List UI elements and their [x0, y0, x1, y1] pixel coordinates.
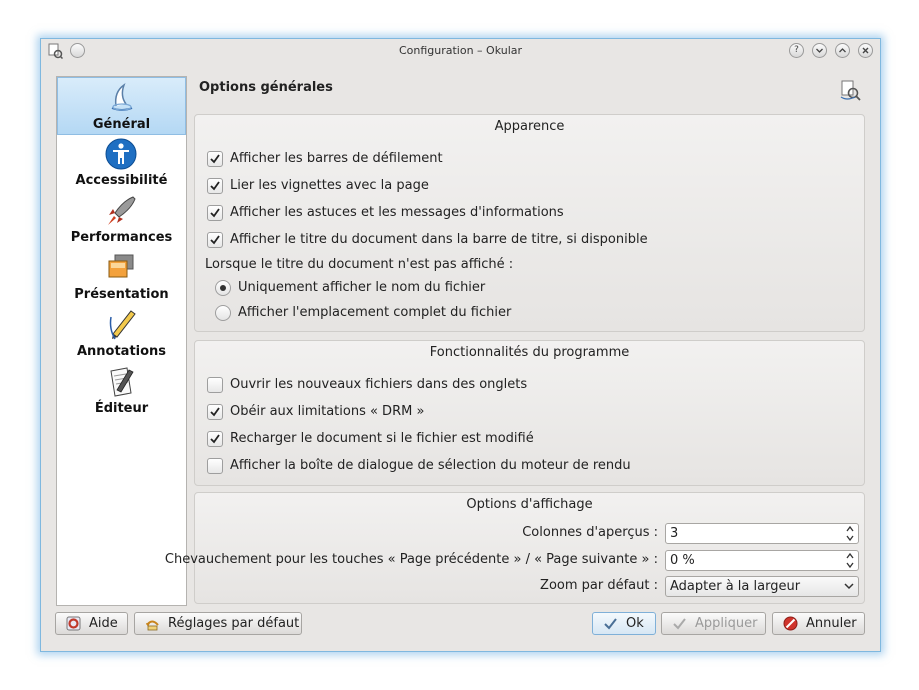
button-label: Aide	[89, 616, 118, 631]
group-title: Options d'affichage	[466, 497, 593, 512]
window-title: Configuration – Okular	[398, 44, 523, 57]
apply-button[interactable]: Appliquer	[661, 612, 766, 635]
sidebar-item-performance[interactable]: Performances	[57, 191, 186, 247]
rocket-icon	[108, 196, 136, 225]
sidebar-item-accessibility[interactable]: Accessibilité	[57, 134, 186, 190]
button-label: Réglages par défaut	[168, 616, 300, 631]
option-label: Recharger le document si le fichier est …	[230, 431, 534, 446]
default-zoom-combobox[interactable]: Adapter à la largeur	[665, 576, 859, 597]
option-label: Uniquement afficher le nom du fichier	[238, 280, 486, 295]
thumb-columns-label: Colonnes d'aperçus :	[522, 525, 658, 540]
config-dialog: Configuration – Okular ? Général Accessi…	[40, 38, 881, 652]
spinbox-value: 0 %	[670, 553, 695, 568]
option-label: Afficher l'emplacement complet du fichie…	[238, 305, 512, 320]
option-label: Afficher les astuces et les messages d'i…	[230, 205, 564, 220]
option-label: Afficher les barres de défilement	[230, 151, 443, 166]
option-label: Afficher la boîte de dialogue de sélecti…	[230, 458, 631, 473]
cancel-button[interactable]: Annuler	[772, 612, 865, 635]
group-title: Apparence	[494, 119, 565, 134]
sidebar-item-label: Général	[92, 117, 151, 132]
sidebar-item-general[interactable]: Général	[57, 77, 186, 135]
okular-page-icon	[840, 80, 861, 101]
restore-defaults-icon	[146, 620, 159, 631]
general-icon	[111, 83, 133, 111]
checkbox[interactable]	[207, 404, 223, 420]
pencil-icon	[109, 310, 136, 340]
checkmark-icon	[604, 618, 617, 630]
chevron-down-icon	[844, 583, 854, 590]
sidebar-item-label: Éditeur	[94, 401, 149, 416]
combobox-value: Adapter à la largeur	[670, 579, 801, 594]
close-icon[interactable]	[858, 43, 873, 58]
option-label: Obéir aux limitations « DRM »	[230, 404, 425, 419]
checkbox[interactable]	[207, 232, 223, 248]
checkbox[interactable]	[207, 458, 223, 474]
help-button[interactable]: Aide	[55, 612, 128, 635]
cancel-icon	[783, 616, 798, 631]
radio-caption: Lorsque le titre du document n'est pas a…	[205, 257, 514, 272]
checkbox[interactable]	[207, 431, 223, 447]
button-label: Appliquer	[695, 616, 758, 631]
editor-icon	[110, 367, 134, 397]
display-options-group: Options d'affichage Colonnes d'aperçus :…	[165, 492, 865, 604]
sidebar-item-label: Annotations	[76, 344, 167, 359]
sidebar-item-label: Performances	[70, 230, 173, 245]
ok-button[interactable]: Ok	[592, 612, 656, 635]
spinbox-value: 3	[670, 526, 679, 541]
help-icon[interactable]: ?	[789, 43, 804, 58]
maximize-icon[interactable]	[835, 43, 850, 58]
title-bar[interactable]: Configuration – Okular ?	[41, 39, 880, 63]
page-title: Options générales	[199, 80, 333, 95]
button-label: Ok	[626, 616, 644, 631]
page-overlap-label: Chevauchement pour les touches « Page pr…	[164, 552, 658, 567]
features-group: Fonctionnalités du programme Ouvrir les …	[194, 340, 865, 486]
checkbox[interactable]	[207, 178, 223, 194]
radio-button[interactable]	[215, 305, 231, 321]
sidebar-item-editor[interactable]: Éditeur	[57, 362, 186, 418]
sidebar-item-label: Présentation	[74, 287, 169, 302]
help-icon	[66, 616, 81, 631]
option-label: Lier les vignettes avec la page	[230, 178, 429, 193]
spin-arrows-icon[interactable]	[845, 551, 855, 570]
accessibility-icon	[105, 138, 137, 170]
presentation-icon	[108, 254, 134, 278]
thumb-columns-spinbox[interactable]: 3	[665, 523, 859, 544]
checkbox[interactable]	[207, 205, 223, 221]
radio-button[interactable]	[215, 280, 231, 296]
checkbox[interactable]	[207, 151, 223, 167]
checkmark-icon	[673, 618, 686, 630]
group-title: Fonctionnalités du programme	[429, 345, 630, 360]
page-overlap-spinbox[interactable]: 0 %	[665, 550, 859, 571]
sidebar-item-annotations[interactable]: Annotations	[57, 305, 186, 361]
sidebar-item-label: Accessibilité	[75, 173, 168, 188]
option-label: Ouvrir les nouveaux fichiers dans des on…	[230, 377, 528, 392]
button-label: Annuler	[806, 616, 857, 631]
category-sidebar: Général Accessibilité Performances Prése…	[56, 76, 187, 606]
spin-arrows-icon[interactable]	[845, 524, 855, 543]
option-label: Afficher le titre du document dans la ba…	[230, 232, 648, 247]
appearance-group: Apparence Afficher les barres de défilem…	[194, 114, 865, 332]
minimize-icon[interactable]	[812, 43, 827, 58]
checkbox[interactable]	[207, 377, 223, 393]
default-zoom-label: Zoom par défaut :	[540, 578, 658, 593]
sidebar-item-presentation[interactable]: Présentation	[57, 248, 186, 304]
restore-defaults-button[interactable]: Réglages par défaut	[134, 612, 302, 635]
